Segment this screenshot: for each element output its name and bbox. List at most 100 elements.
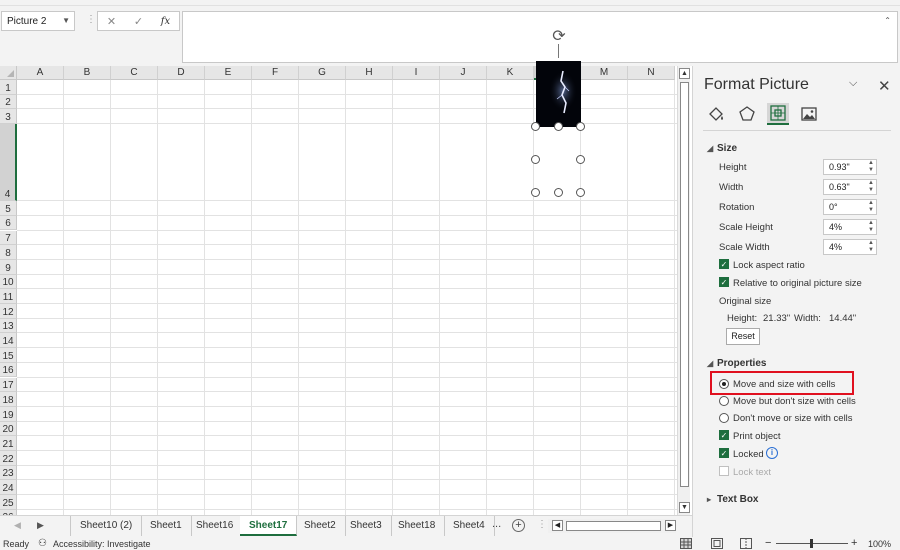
column-header[interactable]: M: [581, 66, 628, 80]
vertical-scroll-thumb[interactable]: [680, 82, 689, 487]
row-header[interactable]: 5: [0, 201, 17, 216]
locked-checkbox[interactable]: ✓: [719, 448, 729, 458]
zoom-slider-thumb[interactable]: [810, 539, 813, 548]
normal-view-icon[interactable]: [680, 538, 692, 549]
chevron-up-icon[interactable]: ⌃: [884, 16, 891, 25]
height-field[interactable]: 0.93" ▲ ▼: [823, 159, 877, 175]
sheet-tab[interactable]: Sheet18: [389, 516, 446, 536]
relative-original-checkbox[interactable]: ✓: [719, 277, 729, 287]
row-header[interactable]: 21: [0, 436, 17, 451]
chevron-down-icon[interactable]: ⌵: [849, 77, 857, 90]
rotation-field[interactable]: 0° ▲ ▼: [823, 199, 877, 215]
column-header[interactable]: N: [628, 66, 675, 80]
row-header[interactable]: 6: [0, 215, 17, 231]
row-header[interactable]: 19: [0, 406, 17, 422]
info-icon[interactable]: i: [766, 447, 778, 459]
column-header[interactable]: B: [64, 66, 111, 80]
row-header[interactable]: 4: [0, 124, 17, 202]
row-header[interactable]: 18: [0, 392, 17, 407]
spinner-icon[interactable]: ▲ ▼: [868, 220, 874, 234]
scroll-down-icon[interactable]: ▼: [679, 502, 690, 513]
row-header[interactable]: 15: [0, 348, 17, 363]
lock-aspect-checkbox[interactable]: ✓: [719, 259, 729, 269]
sheet-tab[interactable]: Sheet2: [295, 516, 346, 536]
tab-effects[interactable]: [736, 103, 758, 125]
row-header[interactable]: 22: [0, 451, 17, 466]
sheet-tab[interactable]: Sheet16: [187, 516, 244, 536]
tab-picture[interactable]: [798, 103, 820, 125]
column-header[interactable]: C: [111, 66, 158, 80]
reset-button[interactable]: Reset: [726, 328, 760, 345]
accessibility-icon[interactable]: ⚇: [38, 538, 47, 549]
row-header[interactable]: 23: [0, 465, 17, 481]
worksheet-grid[interactable]: ABCDEFGHIJKLMN 1234567891011121314151617…: [0, 66, 692, 525]
row-header[interactable]: 10: [0, 274, 17, 290]
row-header[interactable]: 17: [0, 377, 17, 393]
horizontal-scrollbar[interactable]: ◀ ▶: [548, 519, 676, 533]
vertical-scrollbar[interactable]: ▲ ▼: [677, 66, 690, 515]
column-header[interactable]: E: [205, 66, 252, 80]
rotate-icon[interactable]: ⟳: [550, 28, 568, 46]
row-header[interactable]: 3: [0, 109, 17, 125]
row-header[interactable]: 24: [0, 480, 17, 496]
sheet-tab[interactable]: Sheet3: [341, 516, 392, 536]
column-header[interactable]: F: [252, 66, 299, 80]
resize-handle-bottom[interactable]: [554, 188, 563, 197]
column-header[interactable]: G: [299, 66, 346, 80]
row-header[interactable]: 16: [0, 362, 17, 378]
more-sheets-button[interactable]: ...: [492, 518, 501, 530]
move-no-size-radio[interactable]: [719, 396, 729, 406]
zoom-out-icon[interactable]: −: [765, 537, 771, 549]
page-break-icon[interactable]: [740, 538, 752, 549]
resize-handle-left[interactable]: [531, 155, 540, 164]
sheet-tab[interactable]: Sheet4: [444, 516, 495, 536]
row-header[interactable]: 8: [0, 245, 17, 260]
column-header[interactable]: A: [17, 66, 64, 80]
tab-size-properties[interactable]: [767, 103, 789, 125]
name-box[interactable]: Picture 2 ▼: [1, 11, 75, 31]
print-object-checkbox[interactable]: ✓: [719, 430, 729, 440]
row-header[interactable]: 14: [0, 333, 17, 349]
row-header[interactable]: 25: [0, 495, 17, 510]
spinner-icon[interactable]: ▲ ▼: [868, 200, 874, 214]
scroll-up-icon[interactable]: ▲: [679, 68, 690, 79]
tab-scroll-right-icon[interactable]: ▶: [37, 520, 44, 531]
row-header[interactable]: 9: [0, 259, 17, 275]
resize-handle-top[interactable]: [554, 122, 563, 131]
column-header[interactable]: D: [158, 66, 205, 80]
zoom-level[interactable]: 100%: [868, 539, 891, 549]
column-header[interactable]: I: [393, 66, 440, 80]
row-header[interactable]: 1: [0, 80, 17, 95]
row-header[interactable]: 7: [0, 230, 17, 246]
resize-handle-top-right[interactable]: [576, 122, 585, 131]
chevron-down-icon[interactable]: ▼: [62, 16, 70, 25]
row-header[interactable]: 11: [0, 289, 17, 304]
dont-move-radio[interactable]: [719, 413, 729, 423]
tab-fill-line[interactable]: [705, 103, 727, 125]
row-header[interactable]: 13: [0, 318, 17, 334]
scroll-left-icon[interactable]: ◀: [552, 520, 563, 531]
sheet-tab[interactable]: Sheet17: [240, 516, 298, 536]
page-layout-icon[interactable]: [711, 538, 723, 549]
properties-section-header[interactable]: ◢ Properties: [707, 358, 766, 369]
size-section-header[interactable]: ◢ Size: [707, 143, 737, 154]
resize-handle-top-left[interactable]: [531, 122, 540, 131]
zoom-in-icon[interactable]: +: [851, 537, 857, 549]
scale-width-field[interactable]: 4% ▲ ▼: [823, 239, 877, 255]
scroll-right-icon[interactable]: ▶: [665, 520, 676, 531]
picture-image[interactable]: [536, 61, 581, 127]
width-field[interactable]: 0.63" ▲ ▼: [823, 179, 877, 195]
scale-height-field[interactable]: 4% ▲ ▼: [823, 219, 877, 235]
spinner-icon[interactable]: ▲ ▼: [868, 240, 874, 254]
sheet-tab[interactable]: Sheet1: [141, 516, 192, 536]
add-sheet-icon[interactable]: +: [512, 519, 525, 532]
insert-function-button[interactable]: fx: [161, 16, 170, 27]
row-header[interactable]: 2: [0, 94, 17, 110]
close-icon[interactable]: ✕: [878, 77, 891, 95]
column-header[interactable]: H: [346, 66, 393, 80]
tab-scroll-left-icon[interactable]: ◀: [14, 520, 21, 531]
resize-handle-bottom-left[interactable]: [531, 188, 540, 197]
sheet-tab[interactable]: Sheet10 (2): [70, 516, 143, 536]
column-header[interactable]: J: [440, 66, 487, 80]
select-all-corner[interactable]: [0, 66, 17, 80]
